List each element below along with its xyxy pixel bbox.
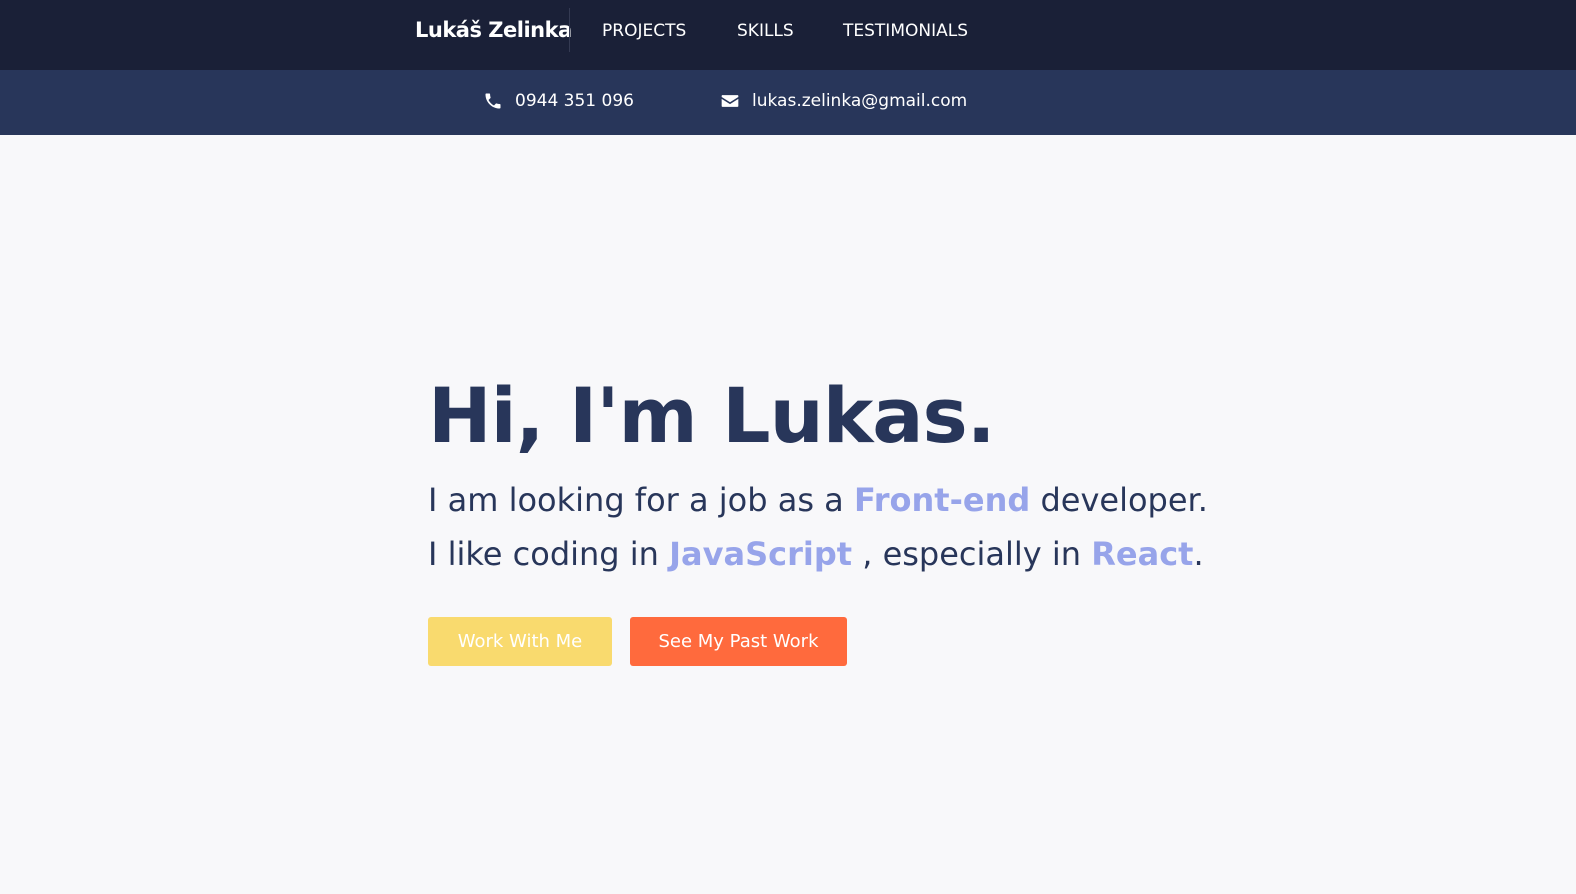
top-navigation: Lukáš Zelinka PROJECTS SKILLS TESTIMONIA…	[0, 0, 1576, 70]
contact-email[interactable]: lukas.zelinka@gmail.com	[720, 91, 967, 111]
phone-icon	[483, 91, 503, 111]
hero-title: Hi, I'm Lukas.	[428, 371, 996, 460]
highlight-front-end: Front-end	[853, 481, 1031, 519]
hero-tagline-1: I am looking for a job as a Front-end de…	[428, 480, 1208, 520]
tagline-2-middle: , especially in	[852, 535, 1092, 573]
envelope-icon	[720, 91, 740, 111]
see-past-work-button[interactable]: See My Past Work	[630, 617, 847, 666]
tagline-2-end: .	[1193, 535, 1204, 573]
work-with-me-button[interactable]: Work With Me	[428, 617, 612, 666]
highlight-react: React	[1091, 535, 1194, 573]
tagline-1-text: I am looking for a job as a	[428, 481, 854, 519]
brand-logo[interactable]: Lukáš Zelinka	[415, 18, 572, 42]
tagline-2-text: I like coding in	[428, 535, 670, 573]
nav-link-testimonials[interactable]: TESTIMONIALS	[843, 21, 968, 41]
hero-tagline-2: I like coding in JavaScript , especially…	[428, 534, 1204, 574]
tagline-1-end: developer.	[1030, 481, 1208, 519]
highlight-javascript: JavaScript	[669, 535, 853, 573]
contact-phone[interactable]: 0944 351 096	[483, 91, 634, 111]
contact-bar: 0944 351 096 lukas.zelinka@gmail.com	[0, 70, 1576, 135]
nav-link-projects[interactable]: PROJECTS	[602, 21, 686, 41]
nav-link-skills[interactable]: SKILLS	[737, 21, 794, 41]
phone-number: 0944 351 096	[515, 91, 634, 111]
brand-divider	[569, 8, 570, 52]
email-address: lukas.zelinka@gmail.com	[752, 91, 968, 111]
